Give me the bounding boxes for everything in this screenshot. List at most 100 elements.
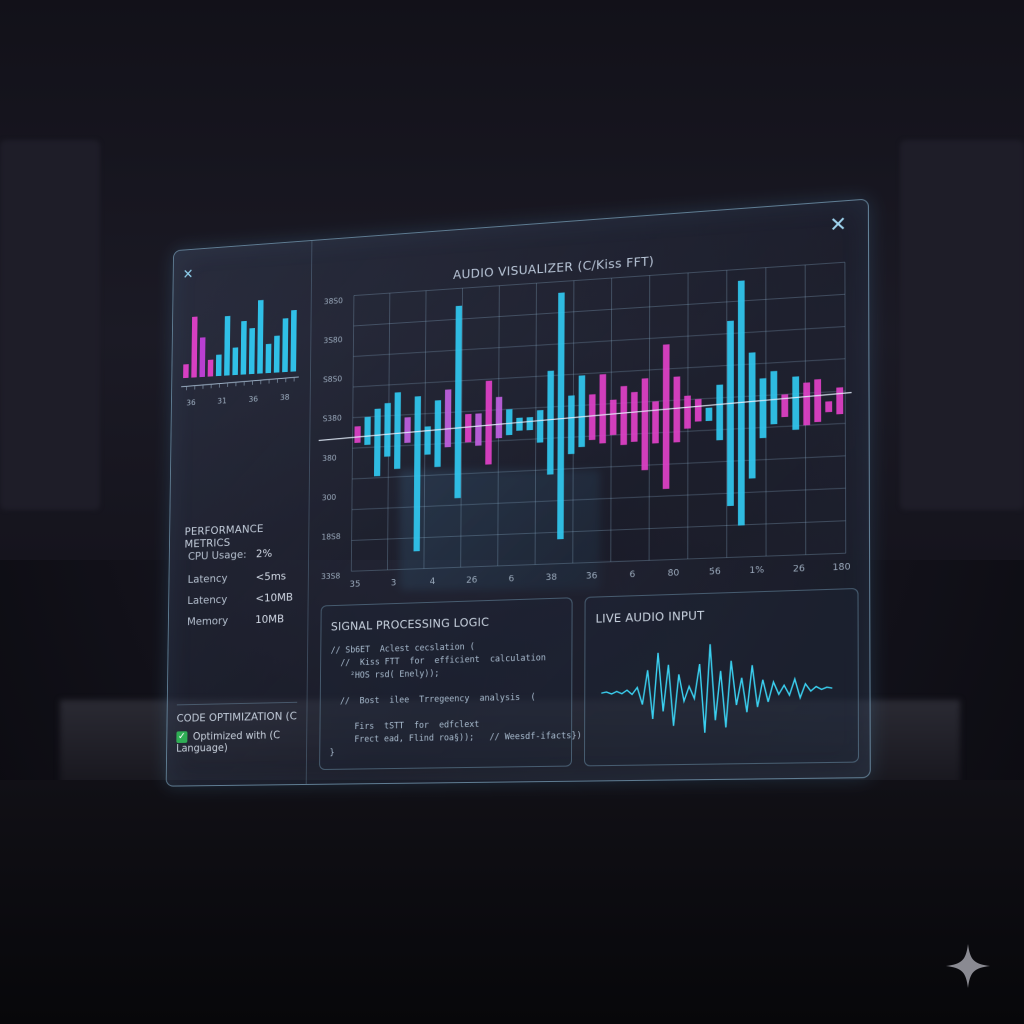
left-sidebar: ✕ 36 31 36 38 PERFORMANCE METRICS CPU Usage…: [166, 240, 313, 786]
grid-line: [352, 456, 845, 479]
spectrum-bar: [620, 385, 628, 446]
grid-line: [354, 294, 845, 326]
mini-tick-label: 38: [280, 393, 290, 402]
y-tick-label: 18S8: [321, 532, 340, 542]
mini-bar: [199, 337, 206, 378]
mini-bar: [273, 335, 280, 373]
grid-line: [351, 553, 845, 571]
mini-tick-label: 31: [217, 396, 226, 405]
x-tick-label: 36: [586, 571, 598, 582]
spectrum-bar: [673, 376, 681, 443]
live-audio-title: LIVE AUDIO INPUT: [595, 608, 705, 626]
x-tick-label: 38: [546, 573, 558, 583]
spectrum-bar: [803, 382, 811, 426]
mini-bar: [265, 343, 272, 374]
mini-bar: [282, 318, 289, 373]
spectrum-bar: [444, 389, 452, 448]
spectrum-bar: [434, 400, 442, 468]
grid-line: [352, 488, 846, 509]
spectrum-bar: [464, 413, 472, 443]
y-tick-label: S8S0: [323, 375, 342, 385]
x-tick-label: 180: [832, 562, 850, 573]
spectrum-bar: [694, 398, 702, 422]
waveform-line: [601, 641, 832, 735]
spectrum-bar: [836, 387, 844, 415]
mini-tick-label: 36: [186, 398, 195, 407]
grid-line: [845, 262, 846, 553]
spectrum-bar: [495, 396, 503, 439]
performance-metrics-title: PERFORMANCE METRICS: [184, 522, 264, 551]
spectrum-bar: [354, 426, 361, 443]
x-tick-label: 3: [391, 578, 397, 588]
spectrum-bar: [630, 391, 638, 442]
scene: ✕ AUDIO VISUALIZER (C/Kiss FFT) ✕ 36 31 36…: [0, 0, 1024, 1024]
metric-label: Latency: [187, 593, 228, 607]
spectrum-bar: [394, 392, 401, 469]
code-optimization-title: CODE OPTIMIZATION (C: [176, 709, 297, 725]
spectrum-bar: [759, 378, 767, 439]
x-tick-label: 26: [466, 576, 478, 586]
metric-label: CPU Usage:: [187, 548, 247, 563]
spectrum-bar: [716, 384, 724, 441]
metric-value: 10MB: [255, 612, 285, 627]
live-audio-panel: LIVE AUDIO INPUT: [583, 587, 860, 767]
y-tick-label: 300: [322, 493, 336, 502]
spectrum-bar: [578, 375, 586, 448]
y-tick-label: 3S80: [323, 335, 342, 345]
sparkle-icon: [946, 944, 990, 988]
spectrum-chart: 38S0 3S80 S8S0 S380 380 300 18S8 33S8 35 3 4 26 6 38 3…: [317, 253, 856, 590]
spectrum-bar: [485, 380, 493, 465]
mini-spectrum-chart: 36 31 36 38: [181, 299, 302, 407]
spectrum-bar: [588, 394, 596, 441]
optimization-status-text: Optimized with (C Language): [176, 729, 281, 755]
spectrum-bar: [413, 396, 421, 552]
x-tick-label: 56: [709, 567, 721, 578]
spectrum-bar: [404, 417, 411, 443]
close-icon[interactable]: ✕: [183, 267, 194, 283]
metric-row: CPU Usage: 2%: [188, 547, 272, 563]
visualizer-window: ✕ AUDIO VISUALIZER (C/Kiss FFT) ✕ 36 31 36…: [165, 198, 871, 787]
spectrum-bar: [748, 352, 756, 479]
spectrum-bar: [609, 399, 617, 436]
spectrum-bar: [475, 413, 482, 446]
spectrum-bar: [770, 370, 778, 425]
metric-row: Memory 10MB: [187, 612, 284, 628]
x-tick-label: 26: [793, 564, 805, 575]
grid-line: [351, 296, 354, 572]
metric-row: Latency <5ms: [188, 570, 287, 586]
spectrum-bar: [662, 344, 670, 490]
metric-value: <5ms: [255, 569, 287, 584]
spectrum-bar: [814, 379, 822, 423]
mini-bar: [224, 315, 231, 376]
x-tick-label: 4: [430, 577, 436, 587]
signal-processing-title: SIGNAL PROCESSING LOGIC: [330, 614, 490, 634]
spectrum-bar: [547, 370, 554, 475]
x-tick-label: 1%: [749, 565, 764, 576]
x-tick-label: 6: [509, 574, 515, 584]
metric-label: Latency: [187, 571, 228, 586]
mini-bar: [207, 359, 214, 377]
x-tick-label: 35: [350, 580, 361, 590]
metric-value: <10MB: [255, 590, 294, 605]
grid-line: [535, 283, 536, 564]
mini-bar: [290, 309, 297, 372]
mini-bar: [232, 347, 239, 376]
spectrum-bar: [652, 401, 659, 444]
spectrum-bar: [516, 417, 523, 431]
mini-bar: [248, 327, 255, 375]
optimization-status: ✓ Optimized with (C Language): [176, 729, 306, 755]
close-icon[interactable]: ✕: [829, 211, 847, 237]
spectrum-bar: [384, 402, 391, 457]
x-tick-label: 80: [668, 568, 680, 579]
y-tick-label: 33S8: [321, 572, 340, 582]
spectrum-bar: [705, 407, 713, 422]
y-tick-label: 380: [322, 453, 336, 462]
spectrum-bar: [567, 395, 575, 455]
grid-line: [649, 275, 650, 560]
checkbox-icon[interactable]: ✓: [176, 731, 188, 744]
mini-bar: [191, 316, 198, 378]
mini-axis: [181, 377, 299, 387]
x-tick-label: 6: [629, 570, 635, 580]
mini-bar: [215, 354, 222, 377]
grid-line: [352, 521, 846, 541]
